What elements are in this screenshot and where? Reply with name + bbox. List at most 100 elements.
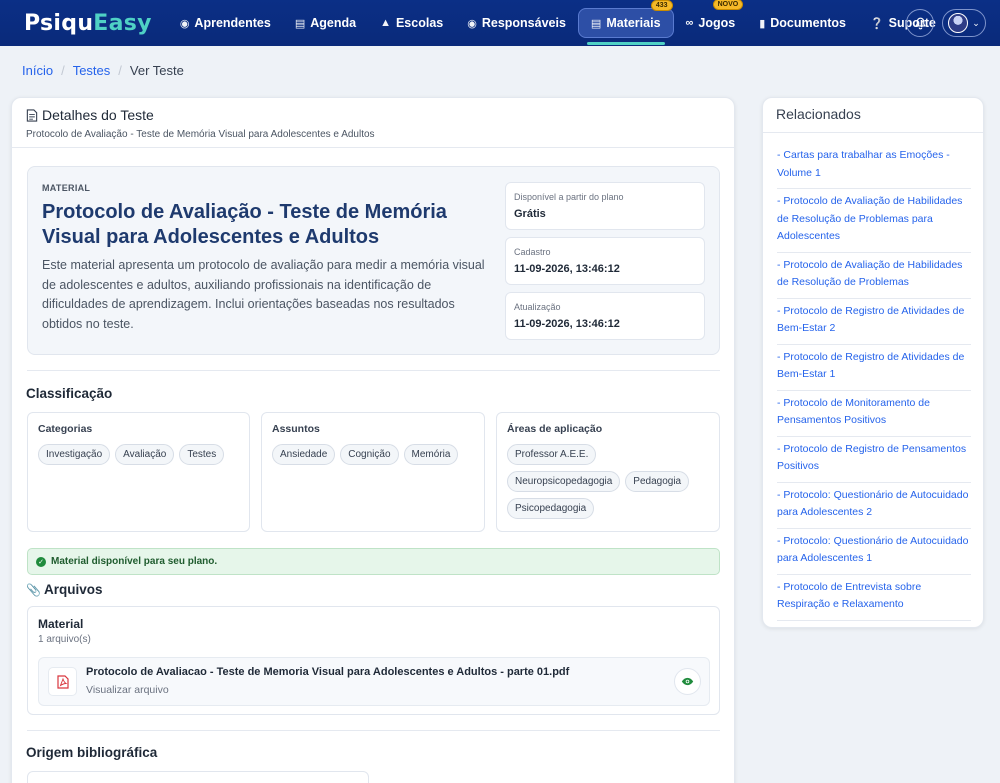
related-link[interactable]: - Protocolo de Monitoramento de Pensamen… [777, 391, 971, 437]
related-link[interactable]: - Protocolo de Registro de Pensamentos P… [777, 437, 971, 483]
file-action-text: Visualizar arquivo [86, 684, 169, 696]
pdf-file-icon [48, 667, 77, 696]
graduation-cap-icon: ▲ [380, 17, 391, 29]
breadcrumb: Início / Testes / Ver Teste [22, 63, 184, 78]
nav-item-responsaveis[interactable]: ◉ Responsáveis [455, 8, 578, 38]
meta-label: Cadastro [514, 247, 551, 257]
calendar-icon: ▤ [294, 17, 306, 30]
nav-item-label: Escolas [395, 16, 444, 30]
file-icon: ▤ [590, 17, 602, 30]
areas-label: Áreas de aplicação [507, 423, 603, 435]
nav-item-materiais[interactable]: ▤ Materiais 433 [577, 0, 674, 45]
subject-chip[interactable]: Ansiedade [272, 444, 336, 465]
created-info: Cadastro 11-09-2026, 13:46:12 [505, 237, 705, 285]
area-chip[interactable]: Psicopedagogia [507, 498, 595, 519]
material-heading: Protocolo de Avaliação - Teste de Memóri… [42, 201, 447, 248]
avatar [948, 13, 969, 33]
main-nav: ◉ Aprendentes ▤ Agenda ▲ Escolas ◉ Respo… [168, 0, 948, 46]
meta-label: Atualização [514, 302, 561, 312]
eye-icon [681, 677, 694, 686]
files-box: Material 1 arquivo(s) Protocolo de Avali… [27, 606, 720, 715]
related-list: - Cartas para trabalhar as Emoções - Vol… [777, 143, 971, 621]
related-link[interactable]: - Protocolo: Questionário de Autocuidado… [777, 529, 971, 575]
check-circle-icon: ✓ [36, 556, 46, 567]
card-title: Detalhes do Teste [42, 107, 154, 123]
material-summary: MATERIAL Protocolo de Avaliação - Teste … [27, 166, 720, 355]
meta-value: 11-09-2026, 13:46:12 [514, 263, 620, 275]
alert-text: Material disponível para seu plano. [51, 556, 218, 567]
bell-icon [914, 17, 926, 29]
test-details-card: Detalhes do Teste Protocolo de Avaliação… [11, 97, 735, 783]
category-chip[interactable]: Investigação [38, 444, 111, 465]
files-count: 1 arquivo(s) [38, 634, 91, 645]
plan-info: Disponível a partir do plano Grátis [505, 182, 705, 230]
subjects-label: Assuntos [272, 423, 320, 435]
areas-box: Áreas de aplicação Professor A.E.E. Neur… [496, 412, 720, 532]
book-icon: ▮ [759, 17, 766, 30]
category-chip[interactable]: Avaliação [115, 444, 175, 465]
nav-item-jogos[interactable]: ∞ Jogos NOVO [674, 0, 748, 38]
card-header: Detalhes do Teste Protocolo de Avaliação… [12, 98, 734, 148]
breadcrumb-home[interactable]: Início [22, 63, 53, 78]
related-link[interactable]: - Protocolo de Registro de Atividades de… [777, 299, 971, 345]
breadcrumb-separator: / [61, 63, 65, 78]
question-circle-icon: ❔ [869, 17, 884, 30]
related-link[interactable]: - Protocolo: Questionário de Autocuidado… [777, 483, 971, 529]
nav-item-label: Responsáveis [481, 16, 566, 30]
meta-value: 11-09-2026, 13:46:12 [514, 318, 620, 330]
user-menu-button[interactable]: ⌄ [942, 9, 986, 37]
nav-item-documentos[interactable]: ▮ Documentos [747, 8, 858, 38]
nav-item-label: Materiais [606, 16, 661, 30]
new-badge: NOVO [712, 0, 744, 10]
area-chip[interactable]: Neuropsicopedagogia [507, 471, 621, 492]
meta-value: Grátis [514, 208, 546, 220]
subject-chip[interactable]: Memória [403, 444, 459, 465]
nav-item-label: Agenda [310, 16, 357, 30]
related-link[interactable]: - Protocolo de Avaliação de Habilidades … [777, 189, 971, 253]
nav-item-escolas[interactable]: ▲ Escolas [368, 8, 455, 38]
divider [27, 370, 720, 371]
related-card: Relacionados - Cartas para trabalhar as … [762, 97, 984, 628]
biblio-box [27, 771, 369, 783]
user-circle-icon: ◉ [467, 17, 477, 30]
nav-item-agenda[interactable]: ▤ Agenda [283, 8, 368, 38]
related-title: Relacionados [763, 98, 983, 133]
meta-label: Disponível a partir do plano [514, 192, 624, 202]
material-description: Este material apresenta um protocolo de … [42, 258, 485, 331]
chevron-down-icon: ⌄ [972, 17, 980, 28]
subjects-box: Assuntos Ansiedade Cognição Memória [261, 412, 485, 532]
view-file-button[interactable] [674, 668, 701, 695]
updated-info: Atualização 11-09-2026, 13:46:12 [505, 292, 705, 340]
nav-item-label: Documentos [770, 16, 846, 30]
users-icon: ◉ [179, 17, 190, 30]
related-link[interactable]: - Cartas para trabalhar as Emoções - Vol… [777, 143, 971, 189]
notifications-button[interactable] [906, 9, 934, 37]
nav-item-aprendentes[interactable]: ◉ Aprendentes [168, 8, 283, 38]
related-link[interactable]: - Protocolo de Registro de Atividades de… [777, 345, 971, 391]
nav-item-label: Jogos [698, 16, 736, 30]
area-chip[interactable]: Professor A.E.E. [507, 444, 597, 465]
classification-title: Classificação [26, 386, 113, 401]
card-subtitle: Protocolo de Avaliação - Teste de Memóri… [26, 129, 375, 140]
logo[interactable]: PsiquEasy [24, 11, 152, 36]
category-chip[interactable]: Testes [179, 444, 225, 465]
document-icon [26, 108, 38, 122]
nav-item-label: Aprendentes [194, 16, 271, 30]
breadcrumb-separator: / [118, 63, 122, 78]
files-group-title: Material [38, 617, 84, 631]
breadcrumb-current: Ver Teste [129, 63, 184, 78]
related-link[interactable]: - Protocolo de Entrevista sobre Respiraç… [777, 575, 971, 621]
count-badge: 433 [650, 0, 673, 11]
area-chip[interactable]: Pedagogia [625, 471, 690, 492]
top-navbar: PsiquEasy ◉ Aprendentes ▤ Agenda ▲ Escol… [0, 0, 1000, 46]
related-link[interactable]: - Protocolo de Avaliação de Habilidades … [777, 253, 971, 299]
categories-label: Categorias [38, 423, 93, 435]
files-title: Arquivos [43, 582, 103, 597]
file-name[interactable]: Protocolo de Avaliacao - Teste de Memori… [86, 666, 569, 678]
file-item[interactable]: Protocolo de Avaliacao - Teste de Memori… [38, 657, 710, 706]
plan-availability-alert: ✓ Material disponível para seu plano. [27, 548, 720, 575]
breadcrumb-tests[interactable]: Testes [73, 63, 111, 78]
files-section-title: 📎 Arquivos [26, 582, 102, 597]
subject-chip[interactable]: Cognição [340, 444, 399, 465]
paperclip-icon: 📎 [26, 582, 41, 597]
